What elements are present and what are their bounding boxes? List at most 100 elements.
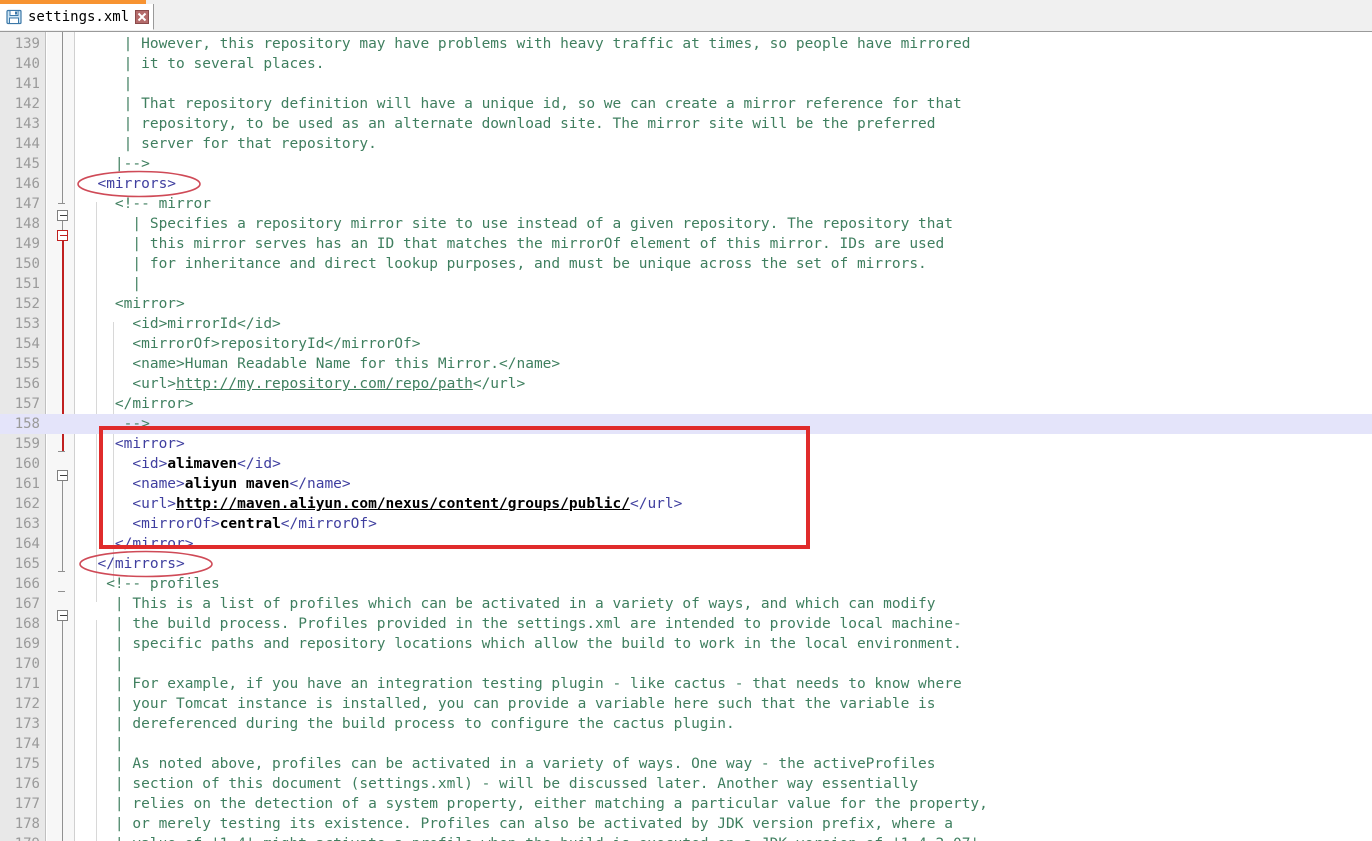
line-content: <url>http://my.repository.com/repo/path<… xyxy=(80,374,525,394)
code-line[interactable]: 164 </mirror> xyxy=(0,534,1372,554)
code-line[interactable]: 155 <name>Human Readable Name for this M… xyxy=(0,354,1372,374)
code-line[interactable]: 151 | xyxy=(0,274,1372,294)
code-line[interactable]: 162 <url>http://maven.aliyun.com/nexus/c… xyxy=(0,494,1372,514)
code-token: | relies on the detection of a system pr… xyxy=(80,796,988,812)
code-line[interactable]: 139 | However, this repository may have … xyxy=(0,34,1372,54)
code-token: </mirror> xyxy=(80,396,194,412)
line-number: 141 xyxy=(14,76,40,92)
line-content: <!-- profiles xyxy=(80,574,220,594)
code-line[interactable]: 176 | section of this document (settings… xyxy=(0,774,1372,794)
code-line[interactable]: 147 <!-- mirror xyxy=(0,194,1372,214)
code-line[interactable]: 174 | xyxy=(0,734,1372,754)
code-token: |--> xyxy=(80,156,150,172)
code-line[interactable]: 150 | for inheritance and direct lookup … xyxy=(0,254,1372,274)
code-line[interactable]: 160 <id>alimaven</id> xyxy=(0,454,1372,474)
line-number: 159 xyxy=(14,436,40,452)
code-editor[interactable]: 139 | However, this repository may have … xyxy=(0,32,1372,841)
tab-label: settings.xml xyxy=(28,8,130,25)
code-line[interactable]: 158 --> xyxy=(0,414,1372,434)
code-line[interactable]: 173 | dereferenced during the build proc… xyxy=(0,714,1372,734)
line-content: <url>http://maven.aliyun.com/nexus/conte… xyxy=(80,494,682,514)
code-line[interactable]: 177 | relies on the detection of a syste… xyxy=(0,794,1372,814)
code-line[interactable]: 142 | That repository definition will ha… xyxy=(0,94,1372,114)
line-content: <mirrors> xyxy=(80,174,176,194)
line-content: |--> xyxy=(80,154,150,174)
code-token: | This is a list of profiles which can b… xyxy=(80,596,936,612)
code-token: | server for that repository. xyxy=(80,136,377,152)
code-line[interactable]: 157 </mirror> xyxy=(0,394,1372,414)
line-content: | This is a list of profiles which can b… xyxy=(80,594,936,614)
code-token: | xyxy=(80,736,124,752)
tab-settings-xml[interactable]: settings.xml xyxy=(0,4,155,30)
code-token: <mirrors> xyxy=(80,176,177,192)
code-line[interactable]: 148 | Specifies a repository mirror site… xyxy=(0,214,1372,234)
line-number: 150 xyxy=(14,256,40,272)
code-token: <mirrorOf> xyxy=(80,516,220,532)
code-line[interactable]: 171 | For example, if you have an integr… xyxy=(0,674,1372,694)
code-line[interactable]: 143 | repository, to be used as an alter… xyxy=(0,114,1372,134)
code-token: <name> xyxy=(80,476,185,492)
line-number: 161 xyxy=(14,476,40,492)
code-line[interactable]: 169 | specific paths and repository loca… xyxy=(0,634,1372,654)
line-content: | xyxy=(80,734,124,754)
code-token: <mirrorOf>repositoryId</mirrorOf> xyxy=(80,336,421,352)
line-content: | it to several places. xyxy=(80,54,325,74)
line-number: 178 xyxy=(14,816,40,832)
code-token: | dereferenced during the build process … xyxy=(80,716,735,732)
line-content: | for inheritance and direct lookup purp… xyxy=(80,254,926,274)
line-number: 163 xyxy=(14,516,40,532)
code-line[interactable]: 175 | As noted above, profiles can be ac… xyxy=(0,754,1372,774)
code-line[interactable]: 140 | it to several places. xyxy=(0,54,1372,74)
line-content: | xyxy=(80,74,133,94)
line-content: | repository, to be used as an alternate… xyxy=(80,114,936,134)
code-token: </mirrors> xyxy=(80,556,185,572)
close-icon[interactable] xyxy=(135,9,150,24)
line-number: 152 xyxy=(14,296,40,312)
line-number: 139 xyxy=(14,36,40,52)
line-number: 162 xyxy=(14,496,40,512)
code-line[interactable]: 144 | server for that repository. xyxy=(0,134,1372,154)
code-line[interactable]: 163 <mirrorOf>central</mirrorOf> xyxy=(0,514,1372,534)
code-token: central xyxy=(219,516,281,532)
line-number: 157 xyxy=(14,396,40,412)
code-line[interactable]: 179 | value of '1.4' might activate a pr… xyxy=(0,834,1372,841)
code-line[interactable]: 156 <url>http://my.repository.com/repo/p… xyxy=(0,374,1372,394)
code-token: | xyxy=(80,76,133,92)
line-content: <id>alimaven</id> xyxy=(80,454,280,474)
line-number: 176 xyxy=(14,776,40,792)
code-line[interactable]: 153 <id>mirrorId</id> xyxy=(0,314,1372,334)
code-token: --> xyxy=(80,416,150,432)
code-token: aliyun maven xyxy=(184,476,290,492)
code-token: <url> xyxy=(80,496,177,512)
line-number: 165 xyxy=(14,556,40,572)
code-line[interactable]: 178 | or merely testing its existence. P… xyxy=(0,814,1372,834)
code-line[interactable]: 172 | your Tomcat instance is installed,… xyxy=(0,694,1372,714)
code-token: <!-- profiles xyxy=(80,576,220,592)
code-line[interactable]: 165 </mirrors> xyxy=(0,554,1372,574)
code-line[interactable]: 170 | xyxy=(0,654,1372,674)
code-line[interactable]: 159 <mirror> xyxy=(0,434,1372,454)
line-number: 145 xyxy=(14,156,40,172)
code-line[interactable]: 141 | xyxy=(0,74,1372,94)
line-content: </mirror> xyxy=(80,394,194,414)
code-line[interactable]: 168 | the build process. Profiles provid… xyxy=(0,614,1372,634)
code-line[interactable]: 154 <mirrorOf>repositoryId</mirrorOf> xyxy=(0,334,1372,354)
code-line[interactable]: 161 <name>aliyun maven</name> xyxy=(0,474,1372,494)
code-line[interactable]: 166 <!-- profiles xyxy=(0,574,1372,594)
code-line[interactable]: 152 <mirror> xyxy=(0,294,1372,314)
code-token: http://maven.aliyun.com/nexus/content/gr… xyxy=(176,496,630,512)
code-line[interactable]: 149 | this mirror serves has an ID that … xyxy=(0,234,1372,254)
code-token: | Specifies a repository mirror site to … xyxy=(80,216,953,232)
code-token: <!-- mirror xyxy=(80,196,211,212)
line-number: 146 xyxy=(14,176,40,192)
line-number: 156 xyxy=(14,376,40,392)
line-content: | That repository definition will have a… xyxy=(80,94,962,114)
line-number: 175 xyxy=(14,756,40,772)
line-number: 154 xyxy=(14,336,40,352)
code-token: <id> xyxy=(80,456,168,472)
code-line[interactable]: 167 | This is a list of profiles which c… xyxy=(0,594,1372,614)
code-line[interactable]: 146 <mirrors> xyxy=(0,174,1372,194)
tab-bar: settings.xml xyxy=(0,0,1372,32)
code-line[interactable]: 145 |--> xyxy=(0,154,1372,174)
line-number: 148 xyxy=(14,216,40,232)
